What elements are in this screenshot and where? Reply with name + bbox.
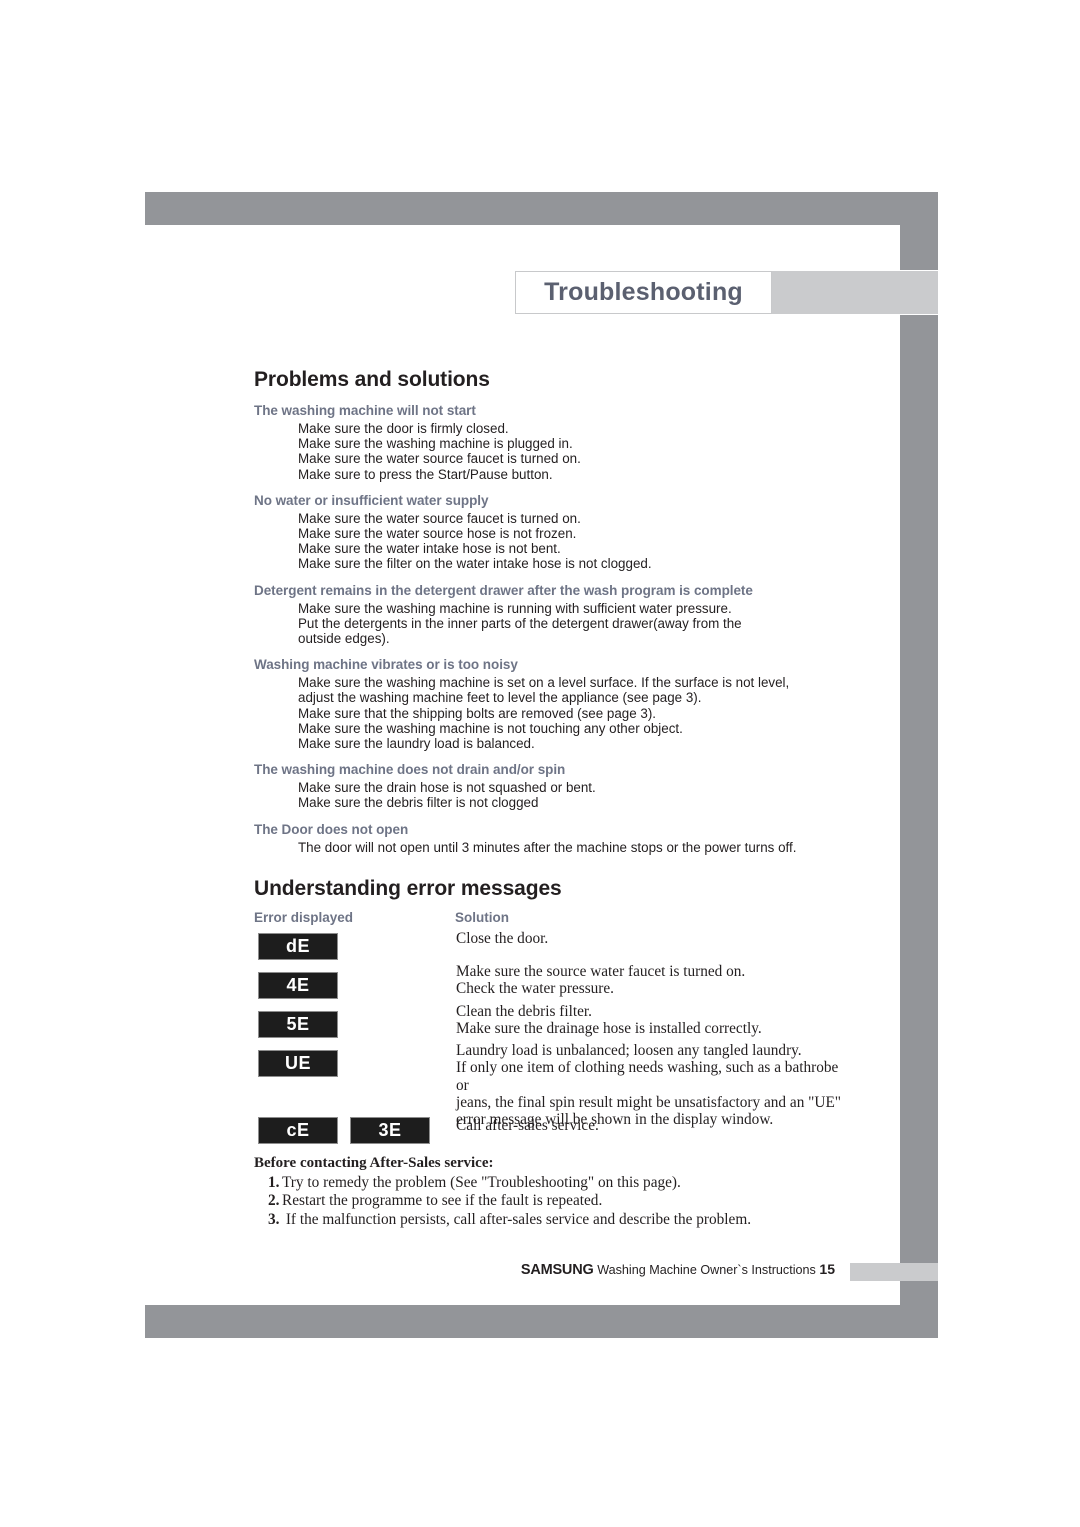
problem-solution-list: Make sure the door is firmly closed. Mak…: [254, 421, 854, 482]
page-footer: SAMSUNG Washing Machine Owner`s Instruct…: [250, 1261, 835, 1278]
list-item: The door will not open until 3 minutes a…: [298, 839, 797, 855]
page-frame-right-upper-bar: [900, 225, 938, 270]
problem-solution-list: Make sure the drain hose is not squashed…: [254, 780, 854, 810]
error-message-table: Error displayed Solution dE Close the do…: [254, 910, 854, 1155]
list-item: Make sure the debris filter is not clogg…: [298, 795, 539, 811]
footer-accent-bar: [850, 1263, 938, 1281]
problem-heading: The washing machine does not drain and/o…: [254, 762, 566, 778]
problem-heading: The washing machine will not start: [254, 403, 476, 418]
list-item: Make sure the laundry load is balanced.: [298, 736, 535, 752]
problem-solution-list: Make sure the washing machine is running…: [254, 601, 854, 647]
list-item: Put the detergents in the inner parts of…: [298, 615, 742, 647]
error-code-badge: 3E: [350, 1116, 430, 1144]
list-item: Make sure the washing machine is plugged…: [298, 436, 573, 452]
problem-heading: Detergent remains in the detergent drawe…: [254, 582, 753, 598]
error-solution-text: Call after-sales service.: [456, 1116, 599, 1134]
brand-name: SAMSUNG: [520, 1262, 594, 1278]
list-item: Make sure the water source faucet is tur…: [298, 510, 581, 526]
list-item: Make sure the door is firmly closed.: [298, 421, 509, 436]
list-item: 1. Try to remedy the problem (See "Troubl…: [268, 1174, 854, 1193]
error-solution-text: Clean the debris filter. Make sure the d…: [456, 1002, 762, 1038]
chapter-title: Troubleshooting: [544, 278, 743, 306]
problem-block: The Door does not open The door will not…: [254, 822, 854, 855]
problem-block: Detergent remains in the detergent drawe…: [254, 583, 854, 647]
error-solution-text: Laundry load is unbalanced; loosen any t…: [456, 1041, 842, 1129]
step-number: 2.: [268, 1192, 280, 1210]
list-item: 3. If the malfunction persists, call aft…: [268, 1211, 854, 1230]
chapter-title-box: Troubleshooting: [515, 271, 772, 314]
problem-block: The washing machine does not drain and/o…: [254, 762, 854, 810]
step-number: 1.: [268, 1173, 280, 1191]
page-number: 15: [819, 1261, 835, 1277]
problem-heading: Washing machine vibrates or is too noisy: [254, 657, 518, 673]
footer-text: Washing Machine Owner`s Instructions: [597, 1263, 816, 1277]
before-contacting-heading: Before contacting After-Sales service:: [254, 1154, 494, 1171]
before-contacting-block: Before contacting After-Sales service: 1…: [254, 1155, 854, 1230]
page-frame-bottom-bar: [145, 1305, 938, 1338]
list-item: Make sure the washing machine is not tou…: [298, 720, 683, 736]
before-contacting-steps: 1. Try to remedy the problem (See "Troubl…: [254, 1174, 854, 1230]
list-item: Make sure the washing machine is running…: [298, 600, 732, 616]
list-item: Make sure to press the Start/Pause butto…: [298, 466, 553, 482]
step-text: Try to remedy the problem (See "Troubles…: [282, 1173, 681, 1191]
list-item: Make sure the filter on the water intake…: [298, 556, 652, 572]
list-item: Make sure the water source faucet is tur…: [298, 451, 581, 467]
section-title-errors: Understanding error messages: [254, 876, 562, 900]
error-code-badge: dE: [258, 932, 338, 960]
problem-heading: The Door does not open: [254, 821, 409, 837]
step-text: If the malfunction persists, call after-…: [282, 1211, 752, 1229]
problem-solution-list: The door will not open until 3 minutes a…: [254, 840, 854, 855]
error-code-badge: 4E: [258, 971, 338, 999]
list-item: Make sure that the shipping bolts are re…: [298, 705, 657, 721]
error-solution-text: Close the door.: [456, 929, 549, 947]
page-content: Problems and solutions The washing machi…: [254, 368, 854, 1230]
error-code-badge: cE: [258, 1116, 338, 1144]
problem-solution-list: Make sure the washing machine is set on …: [254, 675, 854, 751]
problem-block: No water or insufficient water supply Ma…: [254, 493, 854, 572]
problem-heading: No water or insufficient water supply: [254, 492, 489, 508]
page-frame-top-bar: [145, 192, 938, 225]
list-item: Make sure the drain hose is not squashed…: [298, 780, 596, 796]
problem-block: Washing machine vibrates or is too noisy…: [254, 657, 854, 751]
column-header-solution: Solution: [455, 909, 509, 925]
step-text: Restart the programme to see if the faul…: [282, 1192, 603, 1210]
step-number: 3.: [268, 1211, 280, 1229]
error-solution-text: Make sure the source water faucet is tur…: [456, 962, 746, 998]
problem-solution-list: Make sure the water source faucet is tur…: [254, 511, 854, 572]
column-header-error-displayed: Error displayed: [254, 909, 354, 925]
problem-block: The washing machine will not start Make …: [254, 403, 854, 482]
page-frame-right-lower-bar: [900, 315, 938, 1318]
list-item: Make sure the water intake hose is not b…: [298, 541, 561, 557]
error-code-badge: 5E: [258, 1010, 338, 1038]
list-item: Make sure the water source hose is not f…: [298, 526, 577, 542]
section-title-problems: Problems and solutions: [254, 368, 490, 391]
error-code-badge: UE: [258, 1049, 338, 1077]
chapter-title-band: [772, 271, 938, 314]
list-item: Make sure the washing machine is set on …: [298, 675, 790, 706]
list-item: 2. Restart the programme to see if the fa…: [268, 1192, 854, 1211]
